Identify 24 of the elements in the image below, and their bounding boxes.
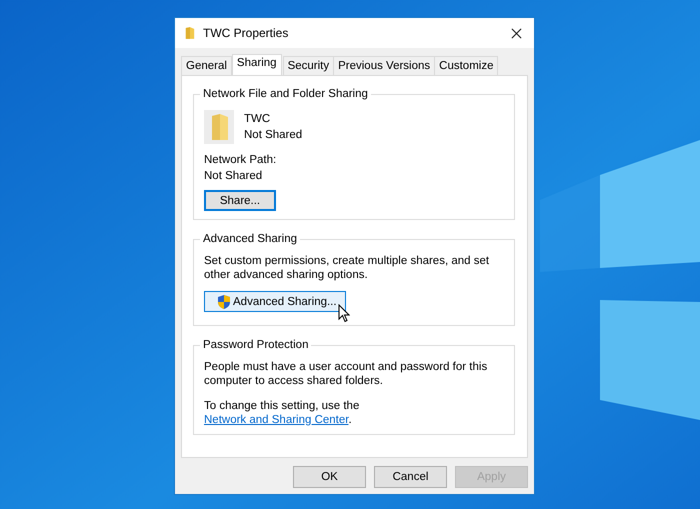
share-button[interactable]: Share... [204, 190, 276, 211]
dialog-button[interactable]: OK [293, 466, 366, 488]
network-path-value: Not Shared [204, 169, 262, 184]
cursor-icon [338, 304, 350, 323]
window-title: TWC Properties [203, 26, 290, 40]
folder-icon [185, 26, 195, 40]
advanced-sharing-button[interactable]: Advanced Sharing... [204, 291, 346, 312]
network-sharing-center-link[interactable]: Network and Sharing Center [204, 414, 348, 426]
folder-icon [204, 110, 234, 144]
shield-icon [217, 294, 231, 310]
dialog-button[interactable]: Cancel [374, 466, 447, 488]
tab[interactable]: Security [282, 56, 334, 75]
tab[interactable]: Sharing [232, 54, 282, 75]
tab[interactable]: Customize [434, 56, 498, 75]
tab[interactable]: General [181, 56, 232, 75]
settings-note: To change this setting, use the Network and Sharing Center. [204, 399, 360, 427]
network-path-label: Network Path: [204, 153, 276, 168]
description-text: People must have a user account and password for this computer to access shared folders. [204, 360, 488, 388]
group-title: Network File and Folder Sharing [200, 87, 371, 101]
share-status: Not Shared [244, 128, 302, 143]
close-icon[interactable] [511, 28, 522, 38]
group-title: Advanced Sharing [200, 232, 300, 246]
description-text: Set custom permissions, create multiple shares, and set other advanced sharing options. [204, 254, 490, 282]
folder-name: TWC [244, 112, 270, 127]
